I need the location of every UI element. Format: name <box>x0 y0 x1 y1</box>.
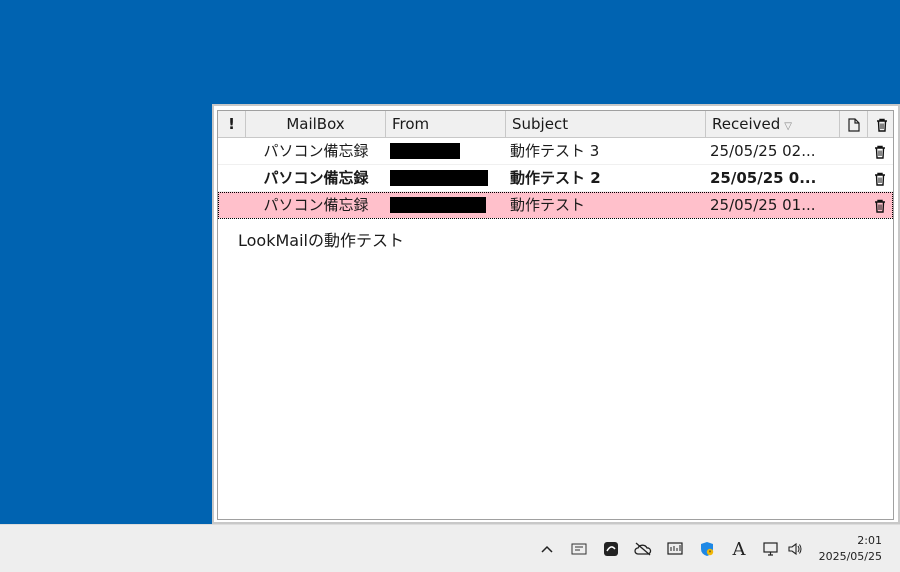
redaction-bar <box>390 197 486 213</box>
delete-mail-button[interactable] <box>868 192 892 218</box>
mail-preview-text: LookMailの動作テスト <box>238 231 404 250</box>
from-cell-redacted <box>388 165 508 191</box>
trash-icon <box>875 199 885 213</box>
subject-column-header[interactable]: Subject <box>506 111 706 137</box>
font-a-icon[interactable]: A <box>729 539 749 560</box>
new-mail-column-header[interactable] <box>840 111 868 137</box>
redaction-bar <box>390 170 488 186</box>
subject-cell: 動作テスト <box>510 196 586 214</box>
mail-row[interactable]: パソコン備忘録 動作テスト 3 25/05/25 02... <box>218 138 893 165</box>
trash-icon <box>875 145 885 159</box>
mail-list-panel: ! MailBox From Subject Received ▽ パソコン備忘録 <box>217 110 894 520</box>
security-icon[interactable] <box>697 539 717 559</box>
mailbox-column-header[interactable]: MailBox <box>246 111 386 137</box>
display-icon[interactable] <box>761 539 781 559</box>
lookmail-window: ! MailBox From Subject Received ▽ パソコン備忘録 <box>212 104 900 524</box>
received-cell: 25/05/25 01... <box>710 196 816 214</box>
mail-row-selected[interactable]: パソコン備忘録 動作テスト 25/05/25 01... <box>218 192 893 219</box>
subject-cell: 動作テスト 3 <box>510 142 600 160</box>
column-header: ! MailBox From Subject Received ▽ <box>218 111 893 138</box>
delete-column-header[interactable] <box>868 111 895 137</box>
delete-mail-button[interactable] <box>868 138 892 164</box>
app-tray-icon[interactable] <box>601 539 621 559</box>
redaction-bar <box>390 143 460 159</box>
delete-mail-button[interactable] <box>868 165 892 191</box>
page-icon <box>847 117 860 132</box>
mail-row[interactable]: パソコン備忘録 動作テスト 2 25/05/25 0... <box>218 165 893 192</box>
received-cell: 25/05/25 02... <box>710 142 816 160</box>
chevron-up-icon[interactable] <box>537 539 557 559</box>
taskbar: A 2:01 2025/05/25 <box>0 524 900 572</box>
received-header-label: Received <box>712 115 781 133</box>
trash-icon <box>875 172 885 186</box>
from-cell-redacted <box>388 192 508 218</box>
from-column-header[interactable]: From <box>386 111 506 137</box>
trash-icon <box>876 118 887 132</box>
system-clock[interactable]: 2:01 2025/05/25 <box>802 533 882 565</box>
mailbox-cell: パソコン備忘録 <box>263 196 369 214</box>
network-icon[interactable] <box>665 539 685 559</box>
mailbox-cell: パソコン備忘録 <box>263 142 369 160</box>
clock-time: 2:01 <box>857 534 882 547</box>
received-column-header[interactable]: Received ▽ <box>706 111 840 137</box>
flag-column-header[interactable]: ! <box>218 111 246 137</box>
clock-date: 2025/05/25 <box>818 550 882 563</box>
onedrive-icon[interactable] <box>633 539 653 559</box>
mailbox-cell: パソコン備忘録 <box>263 169 369 187</box>
subject-cell: 動作テスト 2 <box>510 169 601 187</box>
received-cell: 25/05/25 0... <box>710 169 817 187</box>
from-cell-redacted <box>388 138 508 164</box>
sort-descending-icon: ▽ <box>784 121 792 132</box>
keyboard-ime-icon[interactable] <box>569 539 589 559</box>
